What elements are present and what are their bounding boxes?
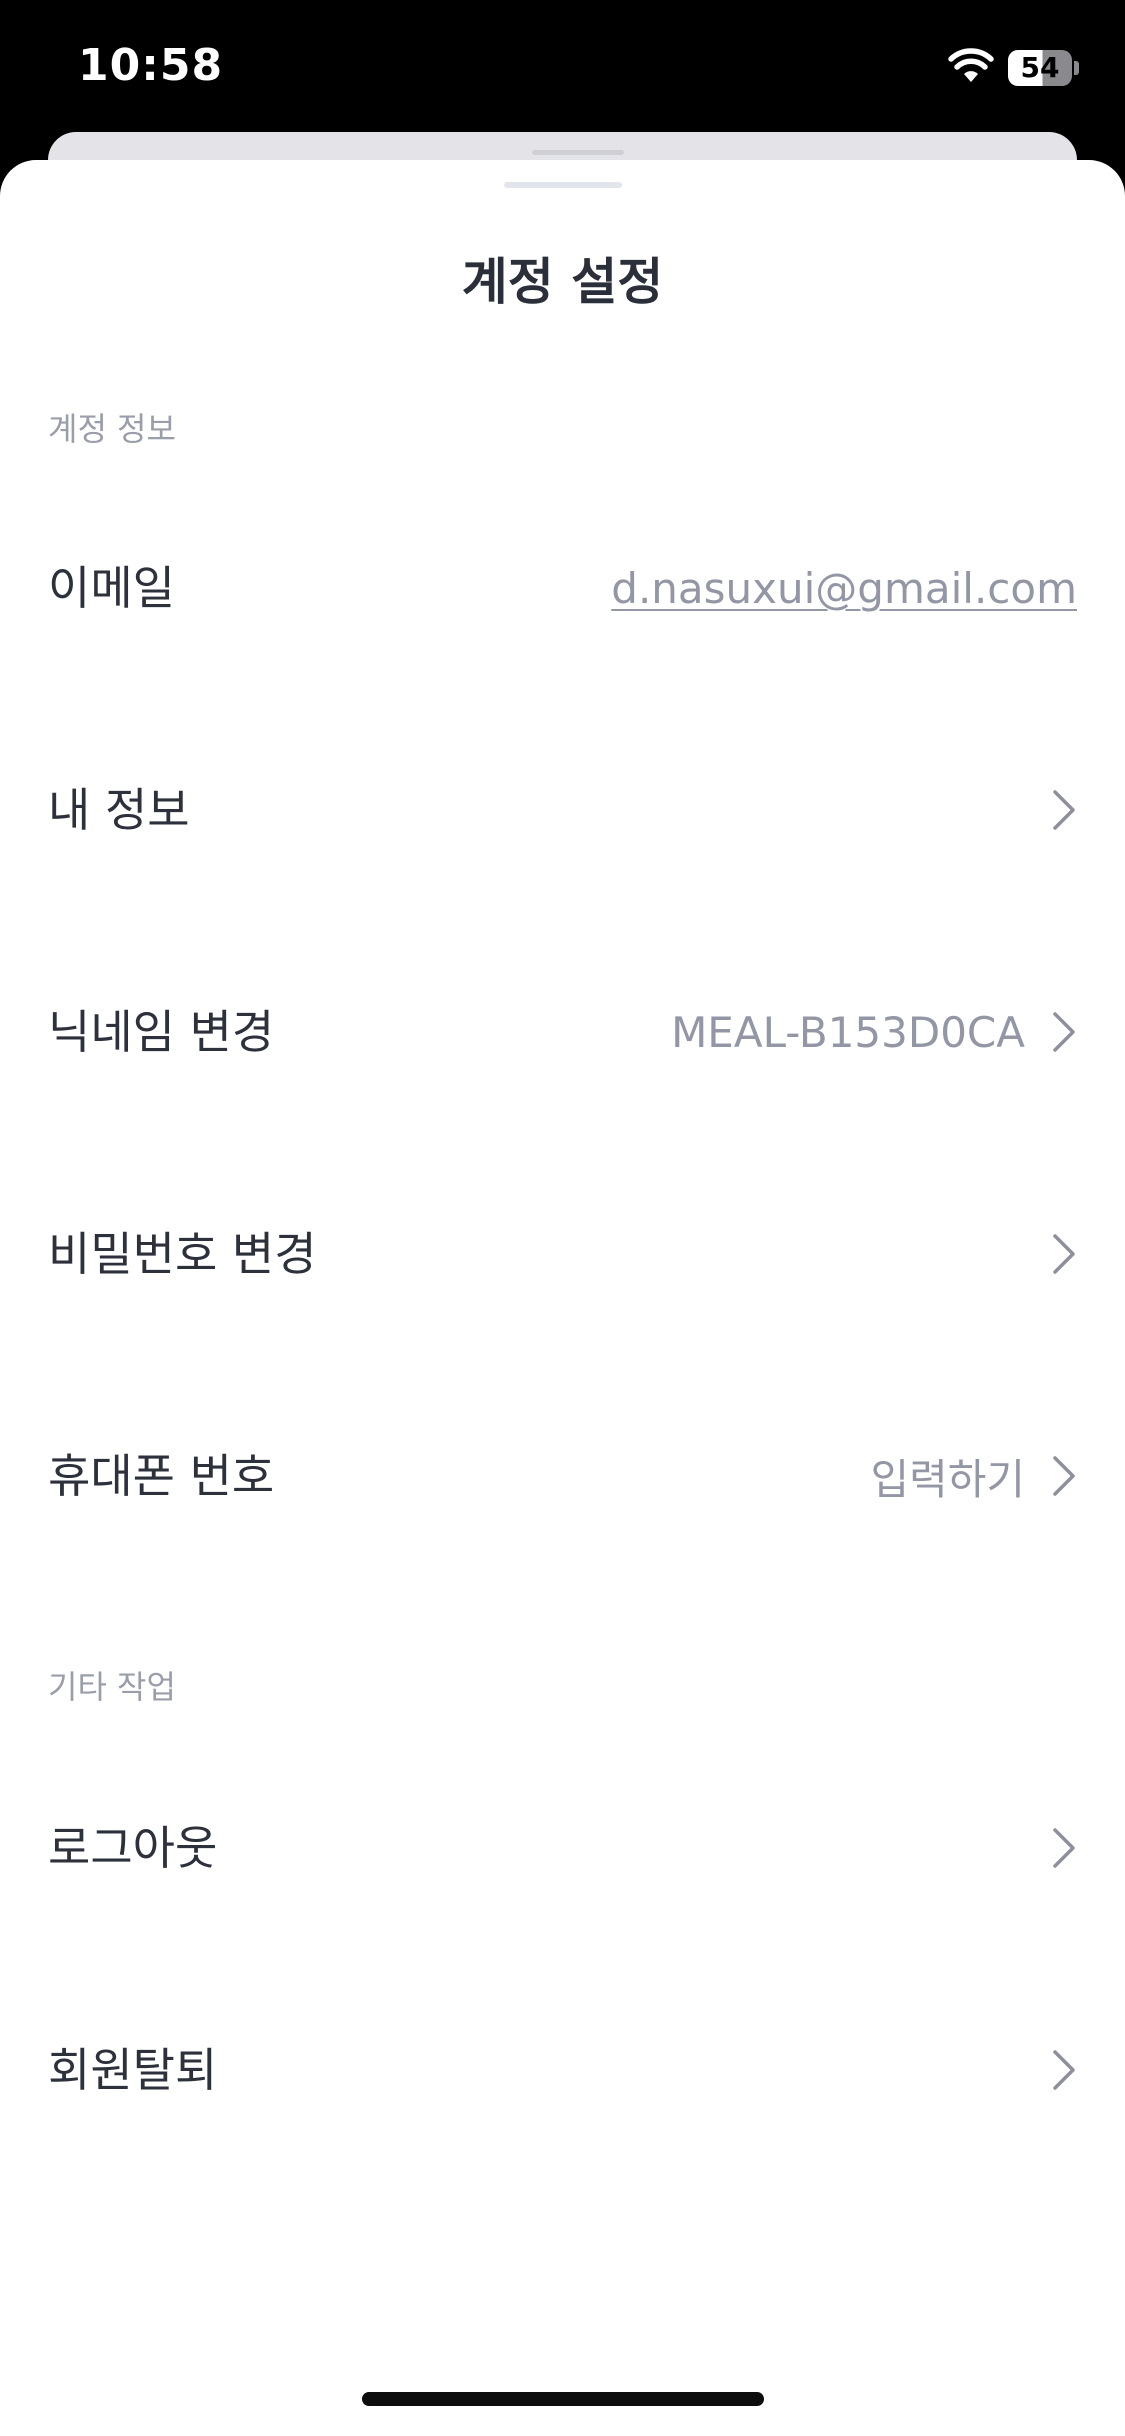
email-row: 이메일 d.nasuxui@gmail.com: [0, 488, 1125, 688]
nickname-row[interactable]: 닉네임 변경 MEAL-B153D0CA: [0, 932, 1125, 1132]
withdraw-label: 회원탈퇴: [48, 2043, 218, 2097]
battery-level: 54: [1020, 51, 1060, 84]
my-info-row[interactable]: 내 정보: [0, 710, 1125, 910]
withdraw-row[interactable]: 회원탈퇴: [0, 1970, 1125, 2170]
my-info-label: 내 정보: [48, 783, 190, 837]
sheet-grabber-handle[interactable]: [504, 182, 622, 188]
logout-label: 로그아웃: [48, 1821, 218, 1875]
account-settings-sheet: 계정 설정 계정 정보 이메일 d.nasuxui@gmail.com 내 정보…: [0, 160, 1125, 2436]
phone-row[interactable]: 휴대폰 번호 입력하기: [0, 1376, 1125, 1576]
chevron-right-icon: [1053, 790, 1075, 830]
status-time: 10:58: [78, 40, 224, 91]
screen: 10:58 54 계정 설정 계정 정보 이메일 d.nasuxui@gmail…: [0, 0, 1125, 2436]
chevron-right-icon: [1053, 1456, 1075, 1496]
page-title: 계정 설정: [461, 253, 664, 311]
chevron-right-icon: [1053, 1234, 1075, 1274]
email-value-group: d.nasuxui@gmail.com: [611, 488, 1077, 688]
chevron-right-icon: [1053, 2050, 1075, 2090]
withdraw-right: [1025, 1970, 1077, 2170]
section-header-other: 기타 작업: [48, 1668, 176, 1706]
email-value[interactable]: d.nasuxui@gmail.com: [611, 564, 1077, 613]
home-indicator[interactable]: [362, 2392, 764, 2406]
nickname-right: MEAL-B153D0CA: [671, 932, 1077, 1132]
battery-cap: [1074, 61, 1079, 75]
section-header-account-info: 계정 정보: [48, 410, 176, 448]
wifi-icon: [948, 48, 994, 82]
phone-value: 입력하기: [870, 1454, 1025, 1504]
chevron-right-icon: [1053, 1012, 1075, 1052]
status-bar: 10:58 54: [0, 0, 1125, 130]
battery-icon: 54: [1008, 50, 1080, 86]
chevron-right-icon: [1053, 1828, 1075, 1868]
password-right: [1025, 1154, 1077, 1354]
email-label: 이메일: [48, 561, 175, 615]
password-row[interactable]: 비밀번호 변경: [0, 1154, 1125, 1354]
phone-right: 입력하기: [870, 1376, 1077, 1576]
phone-label: 휴대폰 번호: [48, 1449, 275, 1503]
background-sheet-handle: [532, 150, 624, 155]
logout-row[interactable]: 로그아웃: [0, 1748, 1125, 1948]
nickname-value: MEAL-B153D0CA: [671, 1007, 1025, 1057]
my-info-right: [1025, 710, 1077, 910]
nickname-label: 닉네임 변경: [48, 1005, 275, 1059]
logout-right: [1025, 1748, 1077, 1948]
password-label: 비밀번호 변경: [48, 1227, 317, 1281]
